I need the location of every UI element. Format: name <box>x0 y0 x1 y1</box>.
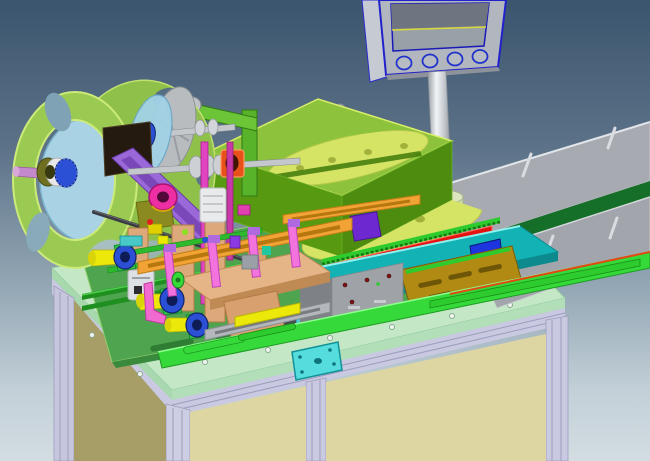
operator-monitor <box>362 0 506 82</box>
actuator-block-purple <box>350 212 381 241</box>
cad-viewport <box>0 0 650 461</box>
machine-render <box>0 0 650 461</box>
monitor-screen-upper <box>391 3 489 29</box>
